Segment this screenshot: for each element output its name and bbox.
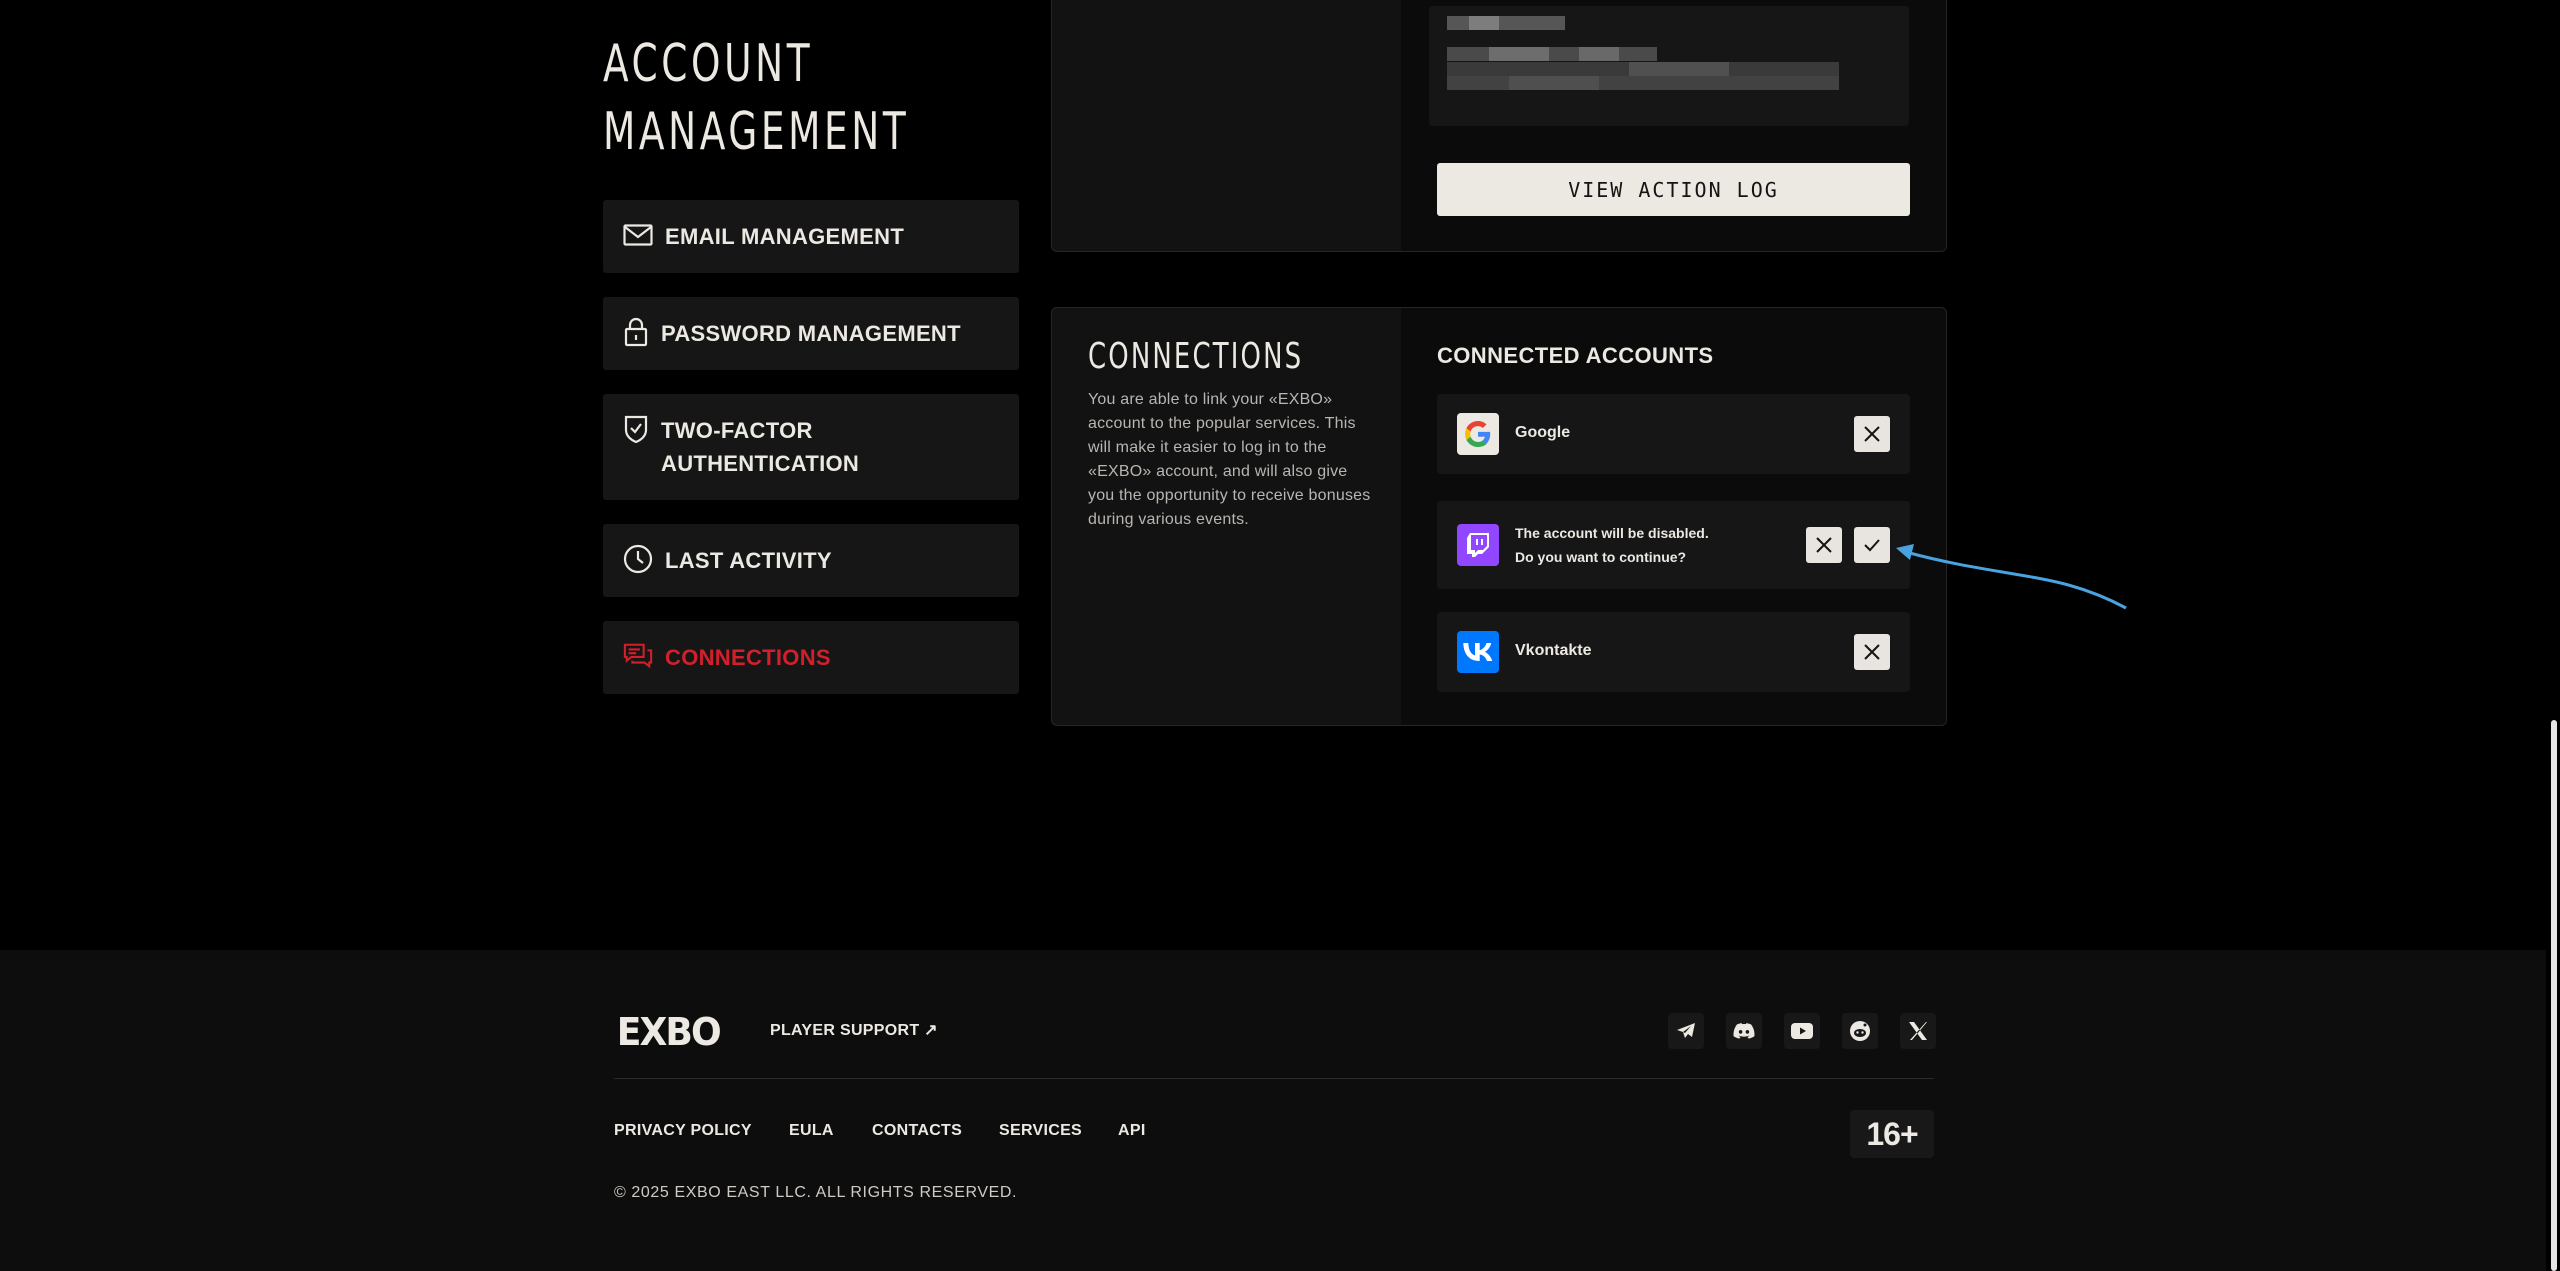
annotation-arrow <box>1896 544 2127 610</box>
account-name: Google <box>1515 424 1571 441</box>
footer-divider <box>614 1078 1934 1079</box>
vk-icon <box>1457 631 1499 673</box>
check-icon <box>1864 539 1880 552</box>
footer-link-eula[interactable]: EULA <box>789 1122 834 1140</box>
sidebar-item-two-factor-authentication[interactable]: TWO-FACTOR AUTHENTICATION <box>603 394 1019 500</box>
scrollbar-thumb[interactable] <box>2551 720 2557 1271</box>
youtube-icon[interactable] <box>1784 1013 1820 1049</box>
twitch-icon <box>1457 524 1499 566</box>
disconnect-google-button[interactable] <box>1854 416 1890 452</box>
x-icon[interactable] <box>1900 1013 1936 1049</box>
discord-icon[interactable] <box>1726 1013 1762 1049</box>
cancel-disable-button[interactable] <box>1806 527 1842 563</box>
connected-accounts-heading: CONNECTED ACCOUNTS <box>1437 343 1714 368</box>
clock-icon <box>623 544 653 574</box>
footer-link-services[interactable]: SERVICES <box>999 1122 1082 1140</box>
sidebar-item-label: EMAIL MANAGEMENT <box>665 224 905 249</box>
copyright-text: © 2025 EXBO EAST LLC. ALL RIGHTS RESERVE… <box>614 1184 1018 1201</box>
exbo-logo[interactable]: EXBO <box>614 1010 723 1054</box>
connections-title: CONNECTIONS <box>1088 336 1304 377</box>
sidebar-item-connections[interactable]: CONNECTIONS <box>603 621 1019 694</box>
shield-check-icon <box>623 414 649 444</box>
activity-panel-left <box>1052 0 1401 251</box>
lock-icon <box>623 317 649 347</box>
envelope-icon <box>623 220 653 250</box>
sidebar-item-last-activity[interactable]: LAST ACTIVITY <box>603 524 1019 597</box>
connected-account-twitch: The account will be disabled. Do you wan… <box>1437 501 1910 589</box>
age-rating-badge: 16+ <box>1850 1110 1934 1158</box>
sidebar-item-email-management[interactable]: EMAIL MANAGEMENT <box>603 200 1019 273</box>
disconnect-vkontakte-button[interactable] <box>1854 634 1890 670</box>
account-name: Vkontakte <box>1515 642 1592 659</box>
reddit-icon[interactable] <box>1842 1013 1878 1049</box>
footer-link-privacy-policy[interactable]: PRIVACY POLICY <box>614 1122 752 1140</box>
player-support-link[interactable]: PLAYER SUPPORT ↗ <box>770 1020 938 1040</box>
page-title: ACCOUNT MANAGEMENT <box>603 34 910 162</box>
close-icon <box>1864 426 1880 442</box>
view-action-log-button[interactable]: VIEW ACTION LOG <box>1437 163 1910 216</box>
footer-link-contacts[interactable]: CONTACTS <box>872 1122 962 1140</box>
connected-account-google: Google <box>1437 394 1910 474</box>
sidebar-item-label: TWO-FACTOR AUTHENTICATION <box>661 418 860 476</box>
sidebar-item-label: LAST ACTIVITY <box>665 548 832 573</box>
chat-icon <box>623 641 653 671</box>
telegram-icon[interactable] <box>1668 1013 1704 1049</box>
connections-panel: CONNECTIONS You are able to link your «E… <box>1051 307 1947 726</box>
connected-account-vkontakte: Vkontakte <box>1437 612 1910 692</box>
sidebar-item-label: CONNECTIONS <box>665 645 831 670</box>
blurred-activity-entry <box>1429 6 1909 126</box>
footer-link-api[interactable]: API <box>1118 1122 1146 1140</box>
close-icon <box>1864 644 1880 660</box>
connections-description: You are able to link your «EXBO» account… <box>1088 391 1371 528</box>
sidebar-item-label: PASSWORD MANAGEMENT <box>661 321 961 346</box>
activity-panel: VIEW ACTION LOG <box>1051 0 1947 252</box>
google-icon <box>1457 413 1499 455</box>
close-icon <box>1816 537 1832 553</box>
footer: EXBO PLAYER SUPPORT ↗ PRIVACY POLICY EUL… <box>0 950 2560 1271</box>
disable-confirmation-text: The account will be disabled. Do you wan… <box>1515 525 1709 565</box>
sidebar-item-password-management[interactable]: PASSWORD MANAGEMENT <box>603 297 1019 370</box>
